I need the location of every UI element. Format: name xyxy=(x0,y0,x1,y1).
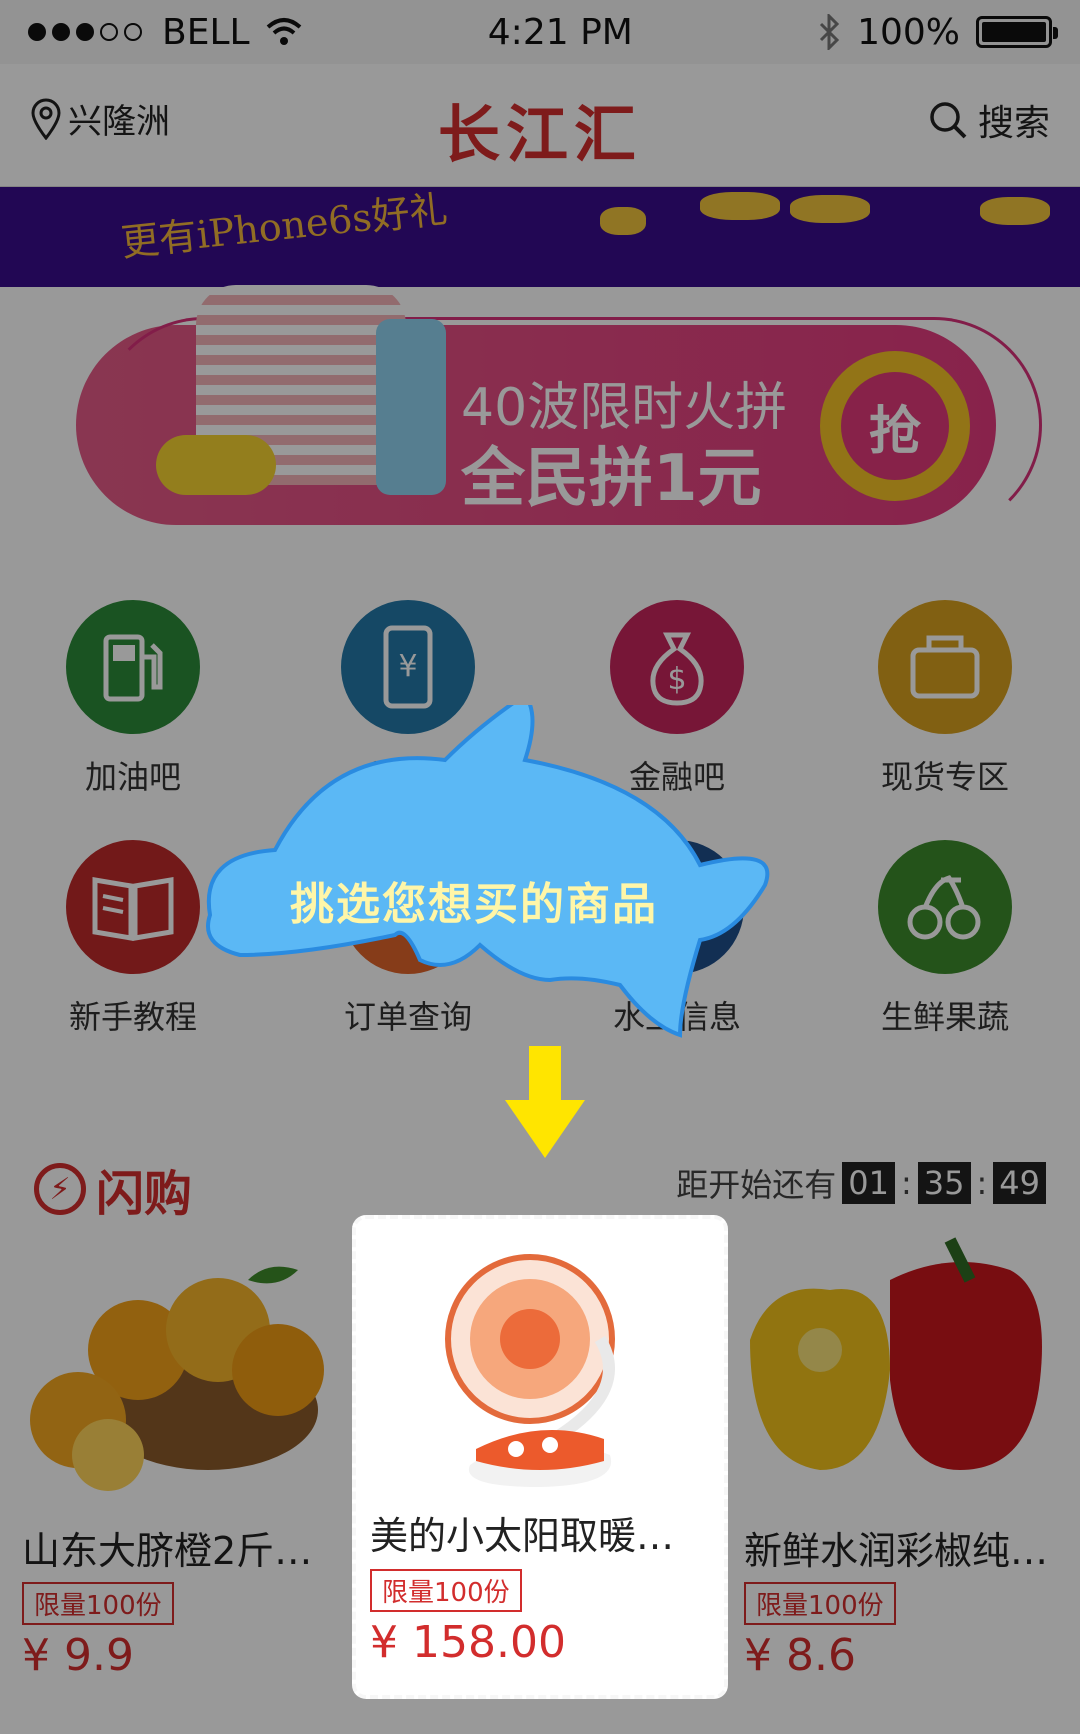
countdown-label: 距开始还有 xyxy=(676,1166,837,1204)
promo-text: 更有iPhone6s好礼 xyxy=(118,187,450,265)
svg-text:¥: ¥ xyxy=(398,649,417,684)
carrier-name: BELL xyxy=(162,11,250,53)
status-time: 4:21 PM xyxy=(487,11,633,53)
coin-decoration xyxy=(980,197,1050,225)
promo-banner[interactable]: 40波限时火拼 全民拼1元 抢 xyxy=(76,285,1042,533)
countdown-seconds: 49 xyxy=(993,1162,1046,1204)
bottle-image xyxy=(376,319,446,495)
flash-sale-header: ⚡ 闪购 距开始还有 01 : 35 : 49 xyxy=(0,1150,1080,1222)
product-name: 美的小太阳取暖器… xyxy=(370,1514,706,1558)
signal-dot xyxy=(100,23,118,41)
signal-dot xyxy=(76,23,94,41)
signal-strength: BELL xyxy=(28,12,302,53)
category-label: 现货专区 xyxy=(880,758,1009,796)
product-price: ¥ 8.6 xyxy=(744,1630,856,1681)
highlighted-product-card[interactable]: 美的小太阳取暖器… 限量100份 ¥ 158.00 xyxy=(352,1215,728,1699)
category-spot[interactable]: 现货专区 xyxy=(845,600,1045,798)
countdown-hours: 01 xyxy=(842,1162,895,1204)
grab-button[interactable]: 抢 xyxy=(820,351,970,501)
search-label: 搜索 xyxy=(977,103,1050,144)
banner-title: 全民拼1元 xyxy=(461,442,762,516)
search-button[interactable]: 搜索 xyxy=(928,94,1050,146)
signal-dot xyxy=(28,23,46,41)
countdown-minutes: 35 xyxy=(917,1162,971,1204)
category-fresh[interactable]: 生鲜果蔬 xyxy=(845,840,1045,1038)
coin-decoration xyxy=(790,195,870,223)
battery-icon xyxy=(975,16,1058,48)
heater-image xyxy=(445,1254,615,1487)
bluetooth-icon xyxy=(820,14,840,50)
countdown-separator: : xyxy=(976,1164,988,1202)
search-icon xyxy=(930,102,967,139)
guide-text: 挑选您想买的商品 xyxy=(290,879,658,930)
down-arrow-icon xyxy=(505,1046,585,1158)
status-bar: BELL 4:21 PM 100% xyxy=(0,0,1080,64)
cherry-icon xyxy=(878,840,1012,974)
orange-image xyxy=(30,1266,324,1491)
product-price: ¥ 9.9 xyxy=(22,1630,134,1681)
signal-dot xyxy=(124,23,142,41)
product-card-pepper[interactable]: 新鲜水润彩椒纯… 限量100份 ¥ 8.6 xyxy=(730,1220,1070,1690)
battery-percent: 100% xyxy=(857,11,960,53)
countdown-separator: : xyxy=(901,1164,912,1202)
lightning-icon: ⚡ xyxy=(34,1163,86,1215)
top-nav: 兴隆洲 长江汇 搜索 xyxy=(0,64,1080,187)
box-icon xyxy=(878,600,1012,734)
limit-badge: 限量100份 xyxy=(22,1582,174,1625)
category-label: 生鲜果蔬 xyxy=(880,998,1009,1036)
limit-badge: 限量100份 xyxy=(744,1582,896,1625)
coin-decoration xyxy=(700,192,780,220)
coin-decoration xyxy=(600,207,646,235)
limit-badge: 限量100份 xyxy=(370,1569,522,1612)
product-name: 新鲜水润彩椒纯… xyxy=(744,1529,1049,1573)
flash-sale-title[interactable]: ⚡ 闪购 xyxy=(34,1154,192,1224)
wifi-icon xyxy=(266,18,301,45)
product-price: ¥ 158.00 xyxy=(370,1617,566,1668)
pepper-image xyxy=(750,1237,1042,1470)
grab-label: 抢 xyxy=(841,372,949,480)
promo-strip[interactable]: 更有iPhone6s好礼 xyxy=(0,187,1080,287)
flash-sale-label: 闪购 xyxy=(96,1166,193,1222)
product-name: 山东大脐橙2斤装… xyxy=(22,1529,342,1573)
svg-text:$: $ xyxy=(667,662,686,697)
signal-dot xyxy=(52,23,70,41)
product-card-orange[interactable]: 山东大脐橙2斤装… 限量100份 ¥ 9.9 xyxy=(8,1220,348,1690)
shoe-image xyxy=(156,435,276,495)
app-logo: 长江汇 xyxy=(437,98,642,171)
countdown: 距开始还有 01 : 35 : 49 xyxy=(676,1160,1046,1206)
